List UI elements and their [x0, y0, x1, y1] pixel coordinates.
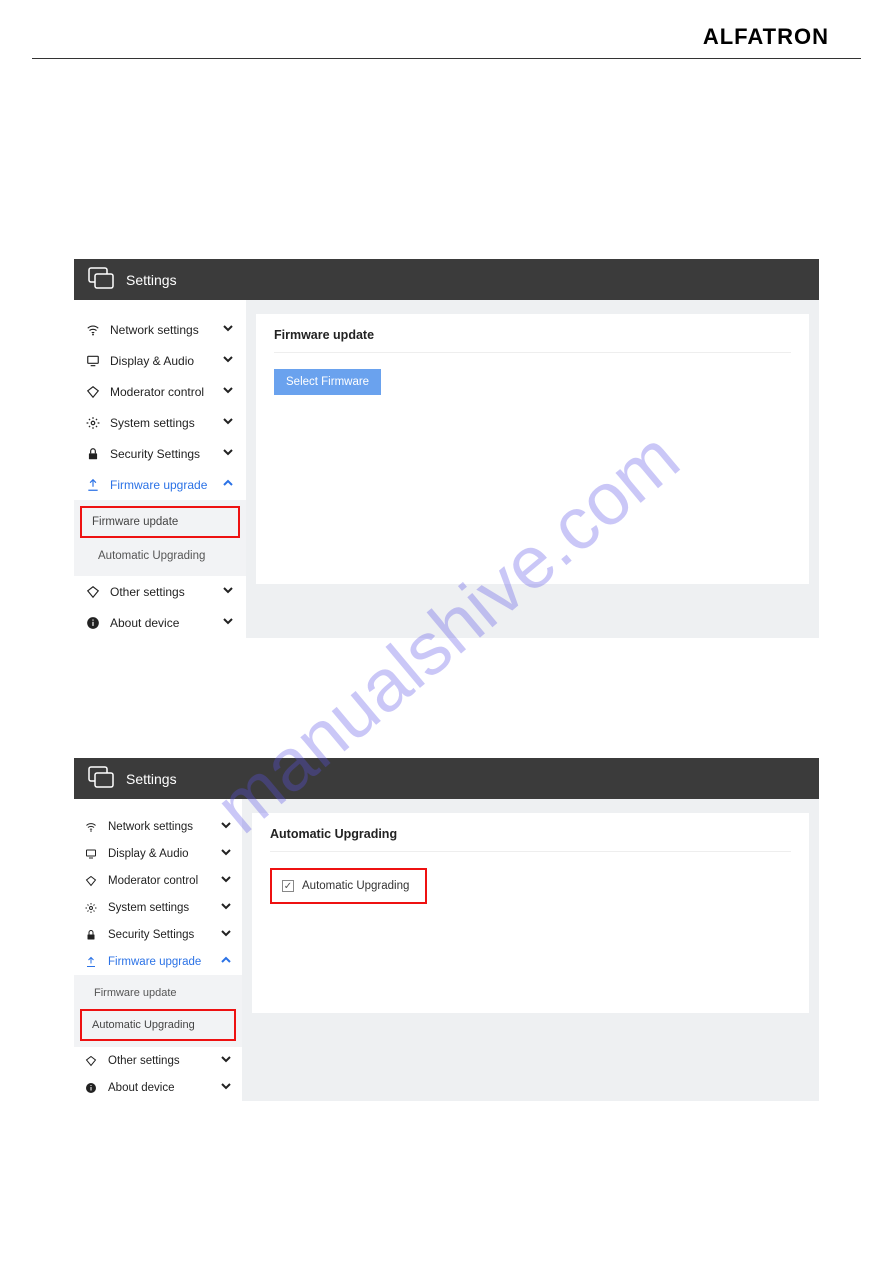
- chevron-down-icon: [222, 353, 234, 368]
- checkbox-label: Automatic Upgrading: [302, 880, 409, 892]
- content-title: Firmware update: [274, 328, 791, 353]
- gear-icon: [86, 416, 100, 430]
- chevron-down-icon: [220, 819, 232, 834]
- content-card: Firmware update Select Firmware: [256, 314, 809, 584]
- sidebar-item-firmware-upgrade[interactable]: Firmware upgrade: [74, 948, 242, 975]
- sidebar-item-system-settings[interactable]: System settings: [74, 407, 246, 438]
- lock-icon: [84, 929, 98, 941]
- gear-icon: [84, 902, 98, 914]
- upload-icon: [86, 478, 100, 492]
- screenshot-header: Settings: [74, 758, 819, 799]
- sidebar-item-moderator-control[interactable]: Moderator control: [74, 867, 242, 894]
- nav-label: Other settings: [110, 585, 222, 599]
- sidebar: Network settings Display & Audio Moderat…: [74, 300, 246, 638]
- page-header: ALFATRON: [32, 0, 861, 59]
- header-title: Settings: [126, 771, 177, 787]
- wifi-icon: [86, 323, 100, 337]
- subnav-firmware: Firmware update Automatic Upgrading: [74, 975, 242, 1047]
- nav-label: Firmware upgrade: [110, 478, 222, 492]
- diamond-icon: [84, 1055, 98, 1067]
- upload-icon: [84, 956, 98, 968]
- sidebar-item-other-settings[interactable]: Other settings: [74, 1047, 242, 1074]
- chevron-down-icon: [220, 927, 232, 942]
- sidebar-item-network-settings[interactable]: Network settings: [74, 314, 246, 345]
- chevron-down-icon: [222, 415, 234, 430]
- sidebar-item-firmware-upgrade[interactable]: Firmware upgrade: [74, 469, 246, 500]
- chevron-down-icon: [220, 873, 232, 888]
- layout: Network settings Display & Audio Moderat…: [74, 300, 819, 638]
- sidebar-item-display-audio[interactable]: Display & Audio: [74, 840, 242, 867]
- nav-label: About device: [108, 1082, 220, 1094]
- chevron-down-icon: [222, 584, 234, 599]
- sidebar-item-system-settings[interactable]: System settings: [74, 894, 242, 921]
- content-area: Firmware update Select Firmware: [246, 300, 819, 638]
- sidebar-item-display-audio[interactable]: Display & Audio: [74, 345, 246, 376]
- chevron-down-icon: [222, 322, 234, 337]
- checkbox-icon[interactable]: ✓: [282, 880, 294, 892]
- sidebar-item-network-settings[interactable]: Network settings: [74, 813, 242, 840]
- screenshot-panel-2: Settings Network settings Display & Audi…: [74, 758, 819, 1101]
- nav-label: Display & Audio: [108, 848, 220, 860]
- monitor-icon: [84, 848, 98, 860]
- nav-label: Moderator control: [110, 385, 222, 399]
- chevron-down-icon: [220, 900, 232, 915]
- layout: Network settings Display & Audio Moderat…: [74, 799, 819, 1101]
- info-icon: [86, 616, 100, 630]
- chevron-down-icon: [222, 446, 234, 461]
- chevron-down-icon: [222, 384, 234, 399]
- header-title: Settings: [126, 272, 177, 288]
- sidebar-item-moderator-control[interactable]: Moderator control: [74, 376, 246, 407]
- diamond-icon: [86, 385, 100, 399]
- sidebar-item-about-device[interactable]: About device: [74, 1074, 242, 1101]
- settings-icon: [88, 766, 126, 791]
- subnav-item-automatic-upgrading[interactable]: Automatic Upgrading: [80, 1009, 236, 1041]
- sidebar-item-other-settings[interactable]: Other settings: [74, 576, 246, 607]
- chevron-down-icon: [220, 846, 232, 861]
- monitor-icon: [86, 354, 100, 368]
- nav-label: Firmware upgrade: [108, 956, 220, 968]
- automatic-upgrading-checkbox-row[interactable]: ✓ Automatic Upgrading: [270, 868, 427, 904]
- diamond-icon: [86, 585, 100, 599]
- chevron-up-icon: [222, 477, 234, 492]
- sidebar: Network settings Display & Audio Moderat…: [74, 799, 242, 1101]
- subnav-item-automatic-upgrading[interactable]: Automatic Upgrading: [74, 540, 246, 572]
- nav-label: System settings: [108, 902, 220, 914]
- nav-label: Moderator control: [108, 875, 220, 887]
- select-firmware-button[interactable]: Select Firmware: [274, 369, 381, 395]
- settings-icon: [88, 267, 126, 292]
- subnav-item-firmware-update[interactable]: Firmware update: [80, 506, 240, 538]
- nav-label: Network settings: [110, 323, 222, 337]
- nav-label: Display & Audio: [110, 354, 222, 368]
- chevron-up-icon: [220, 954, 232, 969]
- nav-label: Network settings: [108, 821, 220, 833]
- content-card: Automatic Upgrading ✓ Automatic Upgradin…: [252, 813, 809, 1013]
- nav-label: About device: [110, 616, 222, 630]
- subnav-item-firmware-update[interactable]: Firmware update: [74, 979, 242, 1007]
- screenshot-panel-1: Settings Network settings Display & Audi…: [74, 259, 819, 638]
- sidebar-item-about-device[interactable]: About device: [74, 607, 246, 638]
- diamond-icon: [84, 875, 98, 887]
- nav-label: Other settings: [108, 1055, 220, 1067]
- chevron-down-icon: [222, 615, 234, 630]
- info-icon: [84, 1082, 98, 1094]
- screenshot-header: Settings: [74, 259, 819, 300]
- sidebar-item-security-settings[interactable]: Security Settings: [74, 438, 246, 469]
- wifi-icon: [84, 821, 98, 833]
- nav-label: Security Settings: [108, 929, 220, 941]
- brand-logo: ALFATRON: [703, 24, 829, 50]
- content-title: Automatic Upgrading: [270, 827, 791, 852]
- sidebar-item-security-settings[interactable]: Security Settings: [74, 921, 242, 948]
- lock-icon: [86, 447, 100, 461]
- nav-label: System settings: [110, 416, 222, 430]
- content-area: Automatic Upgrading ✓ Automatic Upgradin…: [242, 799, 819, 1101]
- nav-label: Security Settings: [110, 447, 222, 461]
- chevron-down-icon: [220, 1053, 232, 1068]
- subnav-firmware: Firmware update Automatic Upgrading: [74, 500, 246, 576]
- chevron-down-icon: [220, 1080, 232, 1095]
